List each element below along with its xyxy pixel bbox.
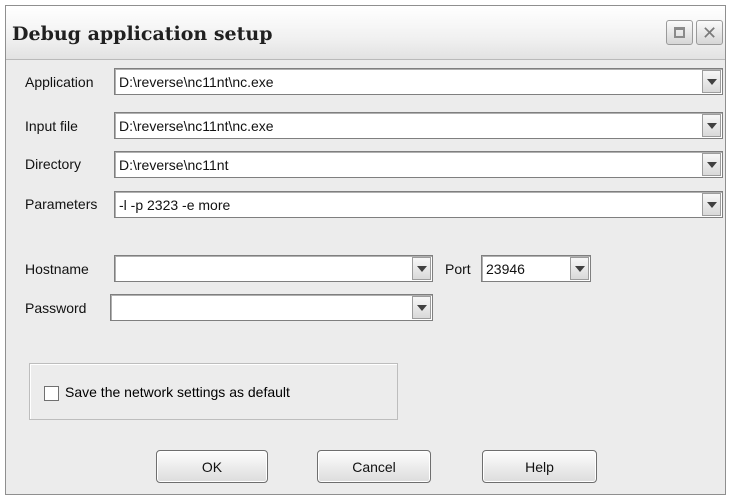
parameters-combo[interactable]: -l -p 2323 -e more: [114, 191, 723, 218]
application-combo[interactable]: D:\reverse\nc11nt\nc.exe: [114, 68, 723, 95]
port-combo[interactable]: 23946: [481, 255, 591, 282]
directory-label: Directory: [25, 156, 82, 172]
maximize-icon[interactable]: [666, 20, 693, 45]
input-file-combo[interactable]: D:\reverse\nc11nt\nc.exe: [114, 112, 723, 139]
dialog-title: Debug application setup: [12, 23, 273, 45]
chevron-down-icon[interactable]: [702, 70, 721, 93]
hostname-label: Hostname: [25, 261, 89, 277]
title-bar: Debug application setup ✕: [6, 6, 725, 60]
help-button[interactable]: Help: [482, 450, 597, 483]
chevron-down-icon[interactable]: [570, 257, 589, 280]
ok-button[interactable]: OK: [156, 450, 268, 483]
parameters-value: -l -p 2323 -e more: [119, 197, 231, 213]
close-icon[interactable]: ✕: [696, 20, 723, 45]
input-file-label: Input file: [25, 118, 78, 134]
save-default-label[interactable]: Save the network settings as default: [65, 384, 290, 400]
directory-combo[interactable]: D:\reverse\nc11nt: [114, 151, 723, 178]
password-label: Password: [25, 300, 87, 316]
parameters-label: Parameters: [25, 196, 98, 212]
input-file-value: D:\reverse\nc11nt\nc.exe: [119, 118, 274, 134]
port-label: Port: [445, 261, 471, 277]
chevron-down-icon[interactable]: [412, 296, 431, 319]
chevron-down-icon[interactable]: [702, 114, 721, 137]
chevron-down-icon[interactable]: [702, 193, 721, 216]
network-settings-group: Save the network settings as default: [29, 363, 398, 420]
application-label: Application: [25, 74, 94, 90]
password-combo[interactable]: [110, 294, 433, 321]
directory-value: D:\reverse\nc11nt: [119, 157, 229, 173]
port-value: 23946: [486, 261, 525, 277]
chevron-down-icon[interactable]: [702, 153, 721, 176]
chevron-down-icon[interactable]: [412, 257, 431, 280]
hostname-combo[interactable]: [114, 255, 433, 282]
save-default-checkbox[interactable]: [44, 386, 59, 401]
application-value: D:\reverse\nc11nt\nc.exe: [119, 74, 274, 90]
cancel-button[interactable]: Cancel: [317, 450, 431, 483]
debug-setup-dialog: Debug application setup ✕ Application D:…: [5, 5, 726, 495]
